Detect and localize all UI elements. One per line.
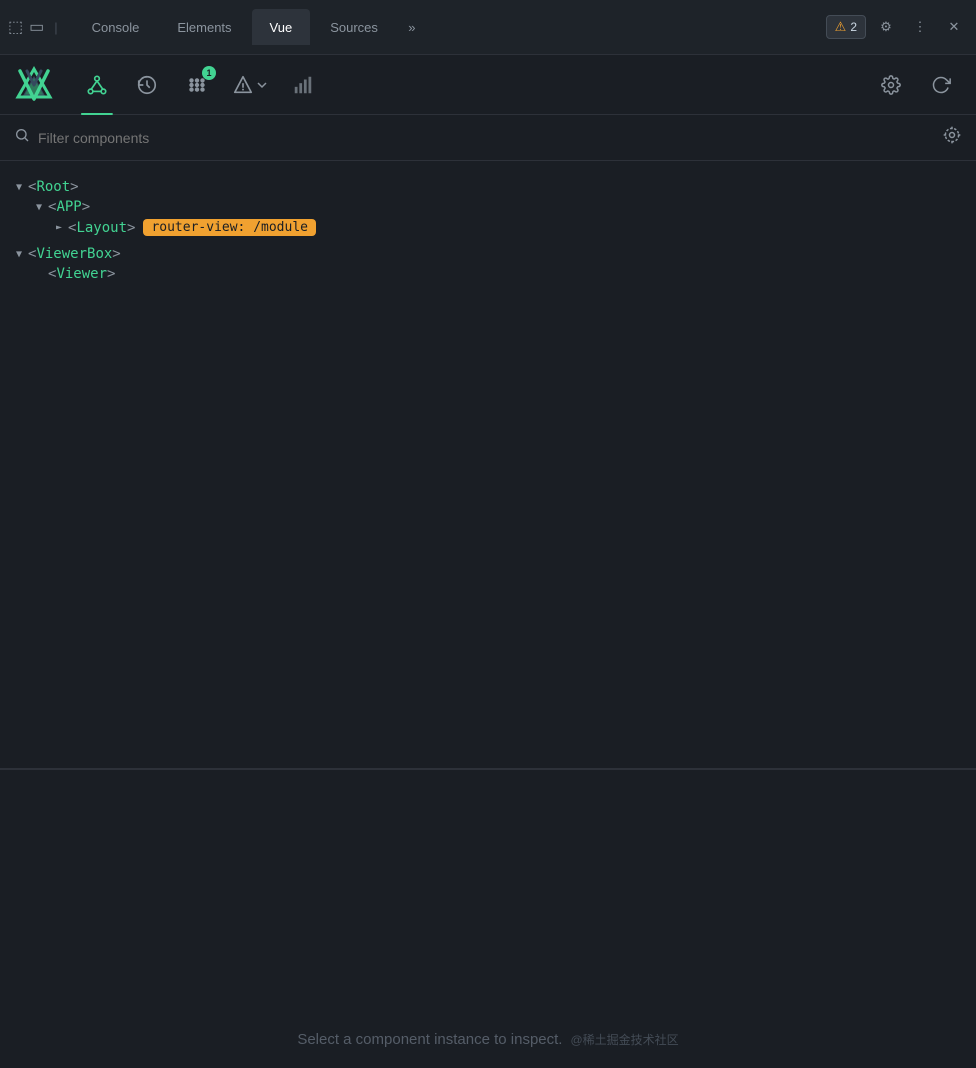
filter-components-input[interactable]	[38, 130, 942, 146]
performance-icon	[292, 74, 314, 96]
router-view-badge: router-view: /module	[143, 219, 316, 236]
arrow-app: ▼	[30, 202, 48, 213]
router-icon	[232, 74, 254, 96]
component-tree: ▼ <Root> ▼ <APP> ► <Layout> router-view:…	[0, 161, 976, 768]
nav-refresh[interactable]	[918, 62, 964, 108]
mobile-icon[interactable]: ▭	[29, 17, 44, 37]
devtools-nav-right	[868, 62, 964, 108]
tab-elements[interactable]: Elements	[159, 9, 249, 45]
arrow-root: ▼	[10, 182, 28, 193]
tab-sources[interactable]: Sources	[312, 9, 396, 45]
nav-settings[interactable]	[868, 62, 914, 108]
arrow-viewerbox: ▼	[10, 249, 28, 260]
credit-text: @稀土掘金技术社区	[570, 1031, 678, 1048]
warning-badge[interactable]: ⚠ 2	[826, 15, 866, 39]
tree-item-layout[interactable]: ► <Layout> router-view: /module	[50, 217, 966, 238]
locate-component-icon[interactable]	[942, 125, 962, 150]
tree-item-app[interactable]: ▼ <APP>	[30, 197, 966, 217]
tab-bar-right: ⚠ 2 ⚙ ⋮ ✕	[826, 13, 968, 41]
tab-console[interactable]: Console	[74, 9, 158, 45]
devtools-close-button[interactable]: ✕	[940, 13, 968, 41]
nav-history[interactable]	[124, 62, 170, 108]
history-icon	[136, 74, 158, 96]
nav-components[interactable]	[74, 62, 120, 108]
devtools-settings-button[interactable]: ⚙	[872, 13, 900, 41]
events-badge: 1	[202, 66, 216, 80]
filter-bar	[0, 115, 976, 161]
vue-logo	[12, 63, 56, 107]
chevron-down-icon	[256, 79, 268, 91]
settings-icon	[881, 75, 901, 95]
select-component-text: Select a component instance to inspect.	[297, 1031, 562, 1048]
warning-icon: ⚠	[835, 19, 847, 35]
browser-left-icons: ⬚ ▭ |	[8, 17, 62, 37]
refresh-icon	[931, 75, 951, 95]
devtools-nav: 1	[74, 62, 858, 108]
nav-performance[interactable]	[280, 62, 326, 108]
bottom-panel: Select a component instance to inspect. …	[0, 768, 976, 1068]
bottom-message: Select a component instance to inspect. …	[297, 1031, 678, 1048]
search-icon	[14, 127, 30, 148]
arrow-layout: ►	[50, 222, 68, 233]
cursor-icon[interactable]: ⬚	[8, 17, 23, 37]
nav-router[interactable]	[224, 70, 276, 100]
tree-item-root[interactable]: ▼ <Root>	[10, 177, 966, 197]
tree-item-viewer[interactable]: ► <Viewer>	[30, 264, 966, 284]
devtools-panel: 1	[0, 55, 976, 1068]
tab-vue[interactable]: Vue	[252, 9, 311, 45]
tree-item-viewerbox[interactable]: ▼ <ViewerBox>	[10, 244, 966, 264]
devtools-dots-button[interactable]: ⋮	[906, 13, 934, 41]
tab-bar: ⬚ ▭ | Console Elements Vue Sources » ⚠ 2…	[0, 0, 976, 55]
tree-area: ▼ <Root> ▼ <APP> ► <Layout> router-view:…	[0, 161, 976, 1068]
devtools-header: 1	[0, 55, 976, 115]
tab-more-button[interactable]: »	[398, 13, 426, 41]
components-icon	[86, 74, 108, 96]
nav-events[interactable]: 1	[174, 62, 220, 108]
